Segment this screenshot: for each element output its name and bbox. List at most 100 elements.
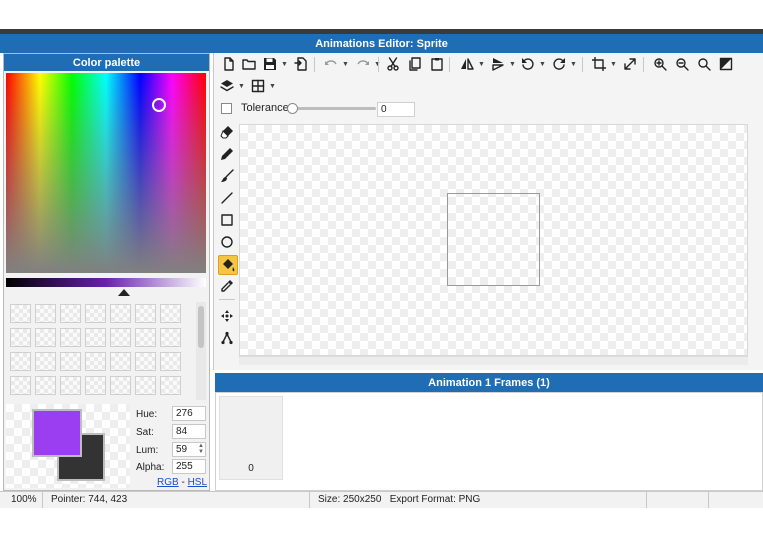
sat-field[interactable]: 84 <box>172 424 206 439</box>
pencil-icon[interactable] <box>218 145 236 163</box>
hsl-link[interactable]: HSL <box>188 477 207 488</box>
layers-icon[interactable] <box>218 77 236 95</box>
tolerance-slider-thumb[interactable] <box>287 103 298 114</box>
status-size-format: Size: 250x250 Export Format: PNG <box>312 491 647 508</box>
eyedropper-icon[interactable] <box>218 277 236 295</box>
zoom-in-icon[interactable] <box>651 55 669 73</box>
sprite-bounds <box>447 193 540 286</box>
palette-swatch[interactable] <box>160 304 181 323</box>
open-folder-icon[interactable] <box>240 55 258 73</box>
palette-swatch[interactable] <box>10 352 31 371</box>
tolerance-checkbox[interactable] <box>221 103 232 114</box>
dropdown-caret-icon[interactable]: ▼ <box>610 61 617 68</box>
color-palette-header: Color palette <box>4 54 209 71</box>
move-point-icon[interactable] <box>218 307 236 325</box>
palette-swatch[interactable] <box>60 304 81 323</box>
fill-bucket-icon[interactable] <box>218 255 238 275</box>
mode-separator: - <box>181 477 185 488</box>
flip-vertical-icon[interactable] <box>489 55 507 73</box>
brush-icon[interactable] <box>218 167 236 185</box>
palette-swatch[interactable] <box>110 328 131 347</box>
export-icon[interactable] <box>292 55 310 73</box>
rotate-right-icon[interactable] <box>550 55 568 73</box>
status-export-format: Export Format: PNG <box>389 494 481 505</box>
frame-thumbnail[interactable]: 0 <box>219 396 283 480</box>
copy-icon[interactable] <box>406 55 424 73</box>
eraser-icon[interactable] <box>218 123 236 141</box>
toolbar-separator <box>378 57 379 72</box>
redo-icon[interactable] <box>354 55 372 73</box>
palette-swatch[interactable] <box>10 328 31 347</box>
undo-icon[interactable] <box>322 55 340 73</box>
resize-icon[interactable] <box>621 55 639 73</box>
palette-swatch[interactable] <box>60 376 81 395</box>
ellipse-icon[interactable] <box>218 233 236 251</box>
palette-swatch[interactable] <box>135 328 156 347</box>
line-icon[interactable] <box>218 189 236 207</box>
dropdown-caret-icon[interactable]: ▼ <box>342 61 349 68</box>
tolerance-slider-track[interactable] <box>292 107 376 110</box>
palette-swatch[interactable] <box>135 352 156 371</box>
window-title: Animations Editor: Sprite <box>315 37 448 50</box>
palette-swatch[interactable] <box>85 304 106 323</box>
canvas-horizontal-scrollbar[interactable] <box>239 356 748 365</box>
palette-swatch[interactable] <box>10 304 31 323</box>
rotate-left-icon[interactable] <box>519 55 537 73</box>
grid-icon[interactable] <box>249 77 267 95</box>
crop-icon[interactable] <box>590 55 608 73</box>
palette-swatch[interactable] <box>35 352 56 371</box>
palette-swatch[interactable] <box>60 352 81 371</box>
dropdown-caret-icon[interactable]: ▼ <box>238 83 245 90</box>
dropdown-caret-icon[interactable]: ▼ <box>570 61 577 68</box>
status-zoom: 100% <box>5 491 43 508</box>
dropdown-caret-icon[interactable]: ▼ <box>509 61 516 68</box>
palette-swatch[interactable] <box>60 328 81 347</box>
luminosity-bar[interactable] <box>6 278 206 287</box>
dropdown-caret-icon[interactable]: ▼ <box>539 61 546 68</box>
swatch-scrollbar-thumb[interactable] <box>198 306 204 348</box>
spectrum-picker-handle[interactable] <box>152 98 166 112</box>
palette-swatch[interactable] <box>135 376 156 395</box>
rgb-link[interactable]: RGB <box>157 477 179 488</box>
frames-title: Animation 1 Frames (1) <box>428 376 550 389</box>
swatch-scrollbar[interactable] <box>196 302 206 400</box>
status-pointer: Pointer: 744, 423 <box>45 491 310 508</box>
tolerance-value-field[interactable]: 0 <box>377 102 415 117</box>
rectangle-icon[interactable] <box>218 211 236 229</box>
frames-panel <box>215 392 763 491</box>
palette-swatch[interactable] <box>85 352 106 371</box>
bone-icon[interactable] <box>218 329 236 347</box>
color-spectrum[interactable] <box>6 73 206 273</box>
dropdown-caret-icon[interactable]: ▼ <box>478 61 485 68</box>
flip-horizontal-icon[interactable] <box>458 55 476 73</box>
palette-swatch[interactable] <box>35 376 56 395</box>
palette-swatch[interactable] <box>160 352 181 371</box>
save-icon[interactable] <box>261 55 279 73</box>
alpha-field[interactable]: 255 <box>172 459 206 474</box>
zoom-out-icon[interactable] <box>673 55 691 73</box>
new-file-icon[interactable] <box>220 55 238 73</box>
sat-label: Sat: <box>136 427 154 438</box>
cut-icon[interactable] <box>384 55 402 73</box>
lum-stepper-icon[interactable]: ▲ ▼ <box>197 443 205 456</box>
primary-color-swatch[interactable] <box>32 409 82 457</box>
zoom-fit-icon[interactable] <box>695 55 713 73</box>
palette-swatch[interactable] <box>35 304 56 323</box>
hue-field[interactable]: 276 <box>172 406 206 421</box>
palette-swatch[interactable] <box>110 376 131 395</box>
hue-label: Hue: <box>136 409 158 420</box>
palette-swatch[interactable] <box>35 328 56 347</box>
palette-swatch[interactable] <box>85 376 106 395</box>
palette-swatch[interactable] <box>110 304 131 323</box>
dropdown-caret-icon[interactable]: ▼ <box>269 83 276 90</box>
luminosity-marker[interactable] <box>118 289 130 296</box>
palette-swatch[interactable] <box>160 376 181 395</box>
palette-swatch[interactable] <box>135 304 156 323</box>
palette-swatch[interactable] <box>110 352 131 371</box>
dropdown-caret-icon[interactable]: ▼ <box>281 61 288 68</box>
paste-icon[interactable] <box>428 55 446 73</box>
invert-icon[interactable] <box>717 55 735 73</box>
palette-swatch[interactable] <box>160 328 181 347</box>
palette-swatch[interactable] <box>10 376 31 395</box>
palette-swatch[interactable] <box>85 328 106 347</box>
